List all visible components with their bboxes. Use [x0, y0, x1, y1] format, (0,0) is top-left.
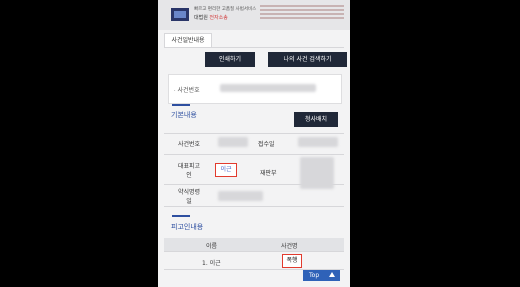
tab-divider — [164, 47, 344, 48]
print-button[interactable]: 인쇄하기 — [205, 52, 255, 67]
column-header-case-name: 사건명 — [281, 243, 298, 250]
section-accent — [172, 215, 190, 217]
divider — [164, 154, 344, 155]
petition-button[interactable]: 청사배치 — [294, 112, 338, 127]
section-title-defendants: 피고인내용 — [171, 223, 204, 231]
divider — [164, 184, 344, 185]
redacted-receipt-date — [298, 137, 338, 147]
defendant-table-header — [164, 238, 344, 251]
column-header-name: 이름 — [206, 243, 218, 250]
representative-defendant-value: 이근 — [215, 163, 237, 177]
banner-decoration — [260, 5, 344, 23]
case-number-label: 사건번호 — [178, 141, 201, 148]
redacted-case-number-value — [218, 137, 248, 147]
mobile-screen: 빠르고 편리한 고품질 사법서비스 대법원 전자소송 사건일반내용 인쇄하기 나… — [158, 0, 350, 287]
court-label: 재판부 — [260, 170, 277, 177]
defendant-row-case-name: 폭행 — [282, 254, 302, 268]
section-accent — [172, 104, 190, 106]
banner-tagline: 빠르고 편리한 고품질 사법서비스 — [194, 7, 257, 12]
site-banner: 빠르고 편리한 고품질 사법서비스 대법원 전자소송 — [158, 0, 350, 30]
my-case-search-button[interactable]: 나의 사건 검색하기 — [268, 52, 347, 67]
court-logo-icon — [171, 8, 189, 21]
tab-case-general[interactable]: 사건일반내용 — [164, 33, 212, 48]
search-case-number-label: · 사건번호 — [174, 87, 200, 94]
chevron-up-icon — [329, 272, 335, 277]
representative-defendant-label: 대표피고 인 — [178, 163, 201, 179]
banner-title: 대법원 전자소송 — [194, 15, 228, 21]
table-divider — [164, 251, 344, 252]
redacted-summary-order-date — [218, 191, 263, 201]
summary-order-date-label: 약식명령 일 — [178, 189, 201, 205]
divider — [164, 133, 344, 134]
redacted-case-number — [220, 84, 316, 92]
defendant-row-name: 1. 이근 — [202, 260, 221, 267]
divider — [164, 206, 344, 207]
section-title-basic: 기본내용 — [171, 111, 197, 119]
receipt-date-label: 접수일 — [258, 141, 275, 148]
top-button[interactable]: Top — [303, 270, 340, 281]
